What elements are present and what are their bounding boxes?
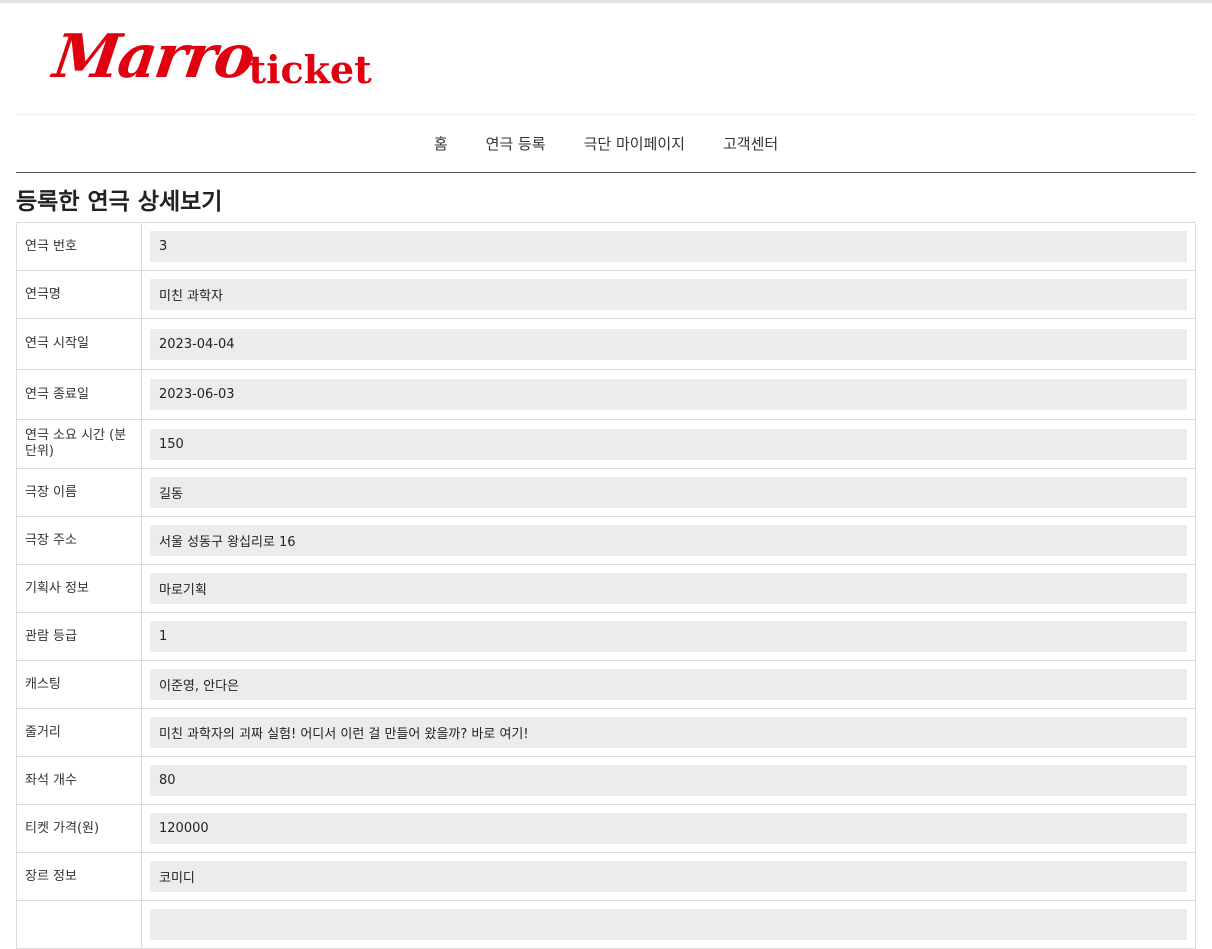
table-row: 연극 번호 3 [16,222,1196,271]
field-label: 좌석 개수 [16,756,142,805]
marro-ticket-logo[interactable]: Marroticket [49,22,372,102]
table-row: 극장 이름 길동 [16,468,1196,517]
field-label: 연극 종료일 [16,369,142,420]
top-border [0,0,1212,3]
table-row: 극장 주소 서울 성동구 왕십리로 16 [16,516,1196,565]
field-label: 연극 소요 시간 (분단위) [16,419,142,469]
end-date-value: 2023-06-03 [150,379,1187,410]
field-label: 연극 번호 [16,222,142,271]
play-title-value: 미친 과학자 [150,279,1187,310]
table-row: 좌석 개수 80 [16,756,1196,805]
logo-script-text: Marro [49,22,258,92]
nav-register-play[interactable]: 연극 등록 [486,133,546,154]
genre-value: 코미디 [150,861,1187,892]
duration-value: 150 [150,428,1187,460]
field-label: 관람 등급 [16,612,142,661]
table-row: 연극 소요 시간 (분단위) 150 [16,419,1196,469]
nav-customer-center[interactable]: 고객센터 [723,133,778,154]
field-label: 티켓 가격(원) [16,804,142,853]
table-row: 관람 등급 1 [16,612,1196,661]
field-label: 줄거리 [16,708,142,757]
table-row: 연극 시작일 2023-04-04 [16,318,1196,370]
rating-value: 1 [150,621,1187,652]
field-label [16,900,142,949]
field-label: 기획사 정보 [16,564,142,613]
table-row: 연극명 미친 과학자 [16,270,1196,319]
table-row: 연극 종료일 2023-06-03 [16,369,1196,420]
table-row: 장르 정보 코미디 [16,852,1196,901]
next-field-value [150,909,1187,940]
agency-value: 마로기획 [150,573,1187,604]
field-label: 캐스팅 [16,660,142,709]
field-label: 연극명 [16,270,142,319]
nav-divider [16,172,1196,173]
play-number-value: 3 [150,231,1187,262]
synopsis-value: 미친 과학자의 괴짜 실험! 어디서 이런 걸 만들어 왔을까? 바로 여기! [150,717,1187,748]
ticket-price-value: 120000 [150,813,1187,844]
page-title: 등록한 연극 상세보기 [16,189,223,215]
theater-name-value: 길동 [150,477,1187,508]
table-row: 줄거리 미친 과학자의 괴짜 실험! 어디서 이런 걸 만들어 왔을까? 바로 … [16,708,1196,757]
table-row: 캐스팅 이준영, 안다은 [16,660,1196,709]
field-label: 극장 이름 [16,468,142,517]
nav-home[interactable]: 홈 [434,133,448,154]
seat-count-value: 80 [150,765,1187,796]
main-nav: 홈 연극 등록 극단 마이페이지 고객센터 [16,115,1196,172]
table-row: 기획사 정보 마로기획 [16,564,1196,613]
field-label: 연극 시작일 [16,318,142,370]
play-detail-table: 연극 번호 3 연극명 미친 과학자 연극 시작일 2023-04-04 연극 … [16,222,1196,949]
table-row: 티켓 가격(원) 120000 [16,804,1196,853]
table-row [16,900,1196,949]
start-date-value: 2023-04-04 [150,328,1187,360]
logo-ticket-text: ticket [248,47,372,92]
field-label: 장르 정보 [16,852,142,901]
casting-value: 이준영, 안다은 [150,669,1187,700]
theater-address-value: 서울 성동구 왕십리로 16 [150,525,1187,556]
field-label: 극장 주소 [16,516,142,565]
nav-troupe-mypage[interactable]: 극단 마이페이지 [584,133,685,154]
